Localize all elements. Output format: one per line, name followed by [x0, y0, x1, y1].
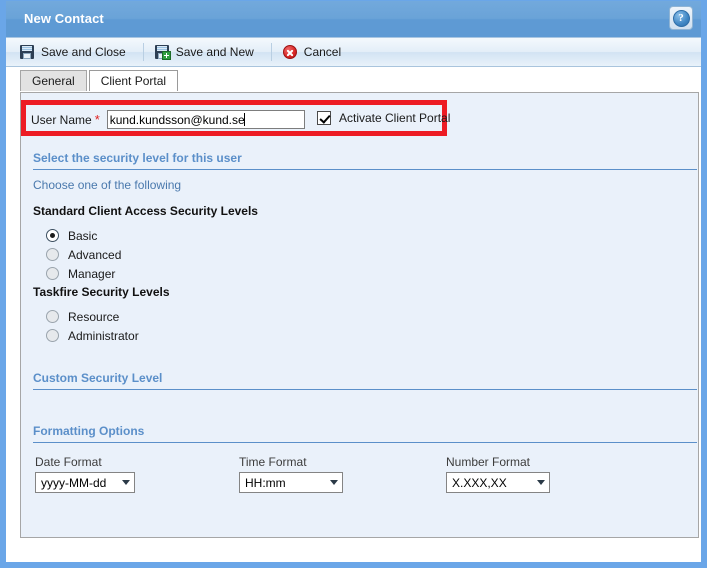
- page-title: New Contact: [24, 11, 104, 26]
- date-format-label: Date Format: [35, 455, 102, 469]
- activate-client-portal-checkbox[interactable]: [317, 111, 331, 125]
- formatting-section-title: Formatting Options: [33, 424, 145, 438]
- standard-group-title: Standard Client Access Security Levels: [33, 204, 258, 218]
- radio-resource-label: Resource: [68, 309, 120, 324]
- number-format-value: X.XXX,XX: [452, 475, 507, 490]
- save-and-close-label: Save and Close: [41, 45, 126, 59]
- red-x-circle-icon: [282, 44, 299, 60]
- section-divider: [33, 442, 697, 443]
- section-divider: [33, 169, 697, 170]
- tab-general[interactable]: General: [20, 70, 87, 91]
- section-divider: [33, 389, 697, 390]
- required-marker: *: [94, 112, 100, 127]
- security-instruction: Choose one of the following: [33, 178, 182, 192]
- tab-client-portal[interactable]: Client Portal: [88, 70, 179, 91]
- user-name-input[interactable]: kund.kundsson@kund.se: [106, 110, 305, 129]
- date-format-field: Date Format yyyy-MM-dd: [35, 455, 135, 493]
- action-toolbar: Save and Close Save and New Cancel: [6, 38, 701, 67]
- radio-manager-input[interactable]: [46, 267, 59, 280]
- user-name-value: kund.kundsson@kund.se: [109, 112, 245, 127]
- radio-administrator-input[interactable]: [46, 329, 59, 342]
- standard-security-group: Standard Client Access Security Levels: [33, 204, 697, 218]
- window-title-bar: New Contact ?: [6, 1, 701, 38]
- activate-client-portal-group: Activate Client Portal: [317, 111, 450, 125]
- user-name-field-group: User Name * kund.kundsson@kund.se: [31, 110, 305, 129]
- time-format-field: Time Format HH:mm: [239, 455, 343, 493]
- radio-option-resource[interactable]: Resource: [46, 307, 698, 326]
- new-contact-window: New Contact ? Save and Close Save and Ne…: [0, 0, 707, 568]
- activate-client-portal-label: Activate Client Portal: [339, 111, 451, 125]
- taskfire-radio-list: Resource Administrator: [46, 307, 698, 345]
- user-name-label: User Name: [31, 112, 92, 127]
- tab-bar: General Client Portal: [6, 67, 701, 91]
- chevron-down-icon: [330, 480, 338, 485]
- radio-advanced-label: Advanced: [68, 247, 122, 262]
- radio-manager-label: Manager: [68, 266, 116, 281]
- time-format-label: Time Format: [239, 455, 307, 469]
- time-format-select[interactable]: HH:mm: [239, 472, 343, 493]
- custom-security-section: Custom Security Level: [33, 371, 697, 390]
- security-level-section: Select the security level for this user …: [33, 151, 697, 192]
- save-and-new-label: Save and New: [175, 45, 254, 59]
- number-format-label: Number Format: [446, 455, 531, 469]
- radio-basic-label: Basic: [68, 228, 98, 243]
- taskfire-security-group: Taskfire Security Levels: [33, 285, 697, 299]
- radio-administrator-label: Administrator: [68, 328, 139, 343]
- radio-resource-input[interactable]: [46, 310, 59, 323]
- floppy-disk-icon: [20, 44, 36, 60]
- custom-security-title: Custom Security Level: [33, 371, 163, 385]
- text-cursor: [243, 113, 245, 126]
- security-section-title: Select the security level for this user: [33, 151, 242, 165]
- radio-option-basic[interactable]: Basic: [46, 226, 698, 245]
- radio-option-advanced[interactable]: Advanced: [46, 245, 698, 264]
- chevron-down-icon: [537, 480, 545, 485]
- standard-radio-list: Basic Advanced Manager: [46, 226, 698, 283]
- cancel-button[interactable]: Cancel: [281, 41, 349, 64]
- radio-option-manager[interactable]: Manager: [46, 264, 698, 283]
- client-portal-panel: User Name * kund.kundsson@kund.se Activa…: [20, 92, 699, 538]
- date-format-select[interactable]: yyyy-MM-dd: [35, 472, 135, 493]
- date-format-value: yyyy-MM-dd: [41, 475, 107, 490]
- toolbar-divider: [270, 43, 272, 61]
- radio-basic-input[interactable]: [46, 229, 59, 242]
- radio-option-administrator[interactable]: Administrator: [46, 326, 698, 345]
- number-format-field: Number Format X.XXX,XX: [446, 455, 550, 493]
- time-format-value: HH:mm: [245, 475, 286, 490]
- help-button[interactable]: ?: [669, 6, 693, 30]
- chevron-down-icon: [122, 480, 130, 485]
- taskfire-group-title: Taskfire Security Levels: [33, 285, 170, 299]
- floppy-disk-plus-icon: [154, 44, 171, 60]
- help-question-icon: ?: [672, 9, 690, 27]
- save-and-new-button[interactable]: Save and New: [153, 41, 262, 64]
- radio-advanced-input[interactable]: [46, 248, 59, 261]
- toolbar-divider: [142, 43, 144, 61]
- save-and-close-button[interactable]: Save and Close: [18, 41, 134, 64]
- cancel-label: Cancel: [303, 45, 342, 59]
- number-format-select[interactable]: X.XXX,XX: [446, 472, 550, 493]
- formatting-options-section: Formatting Options: [33, 424, 697, 443]
